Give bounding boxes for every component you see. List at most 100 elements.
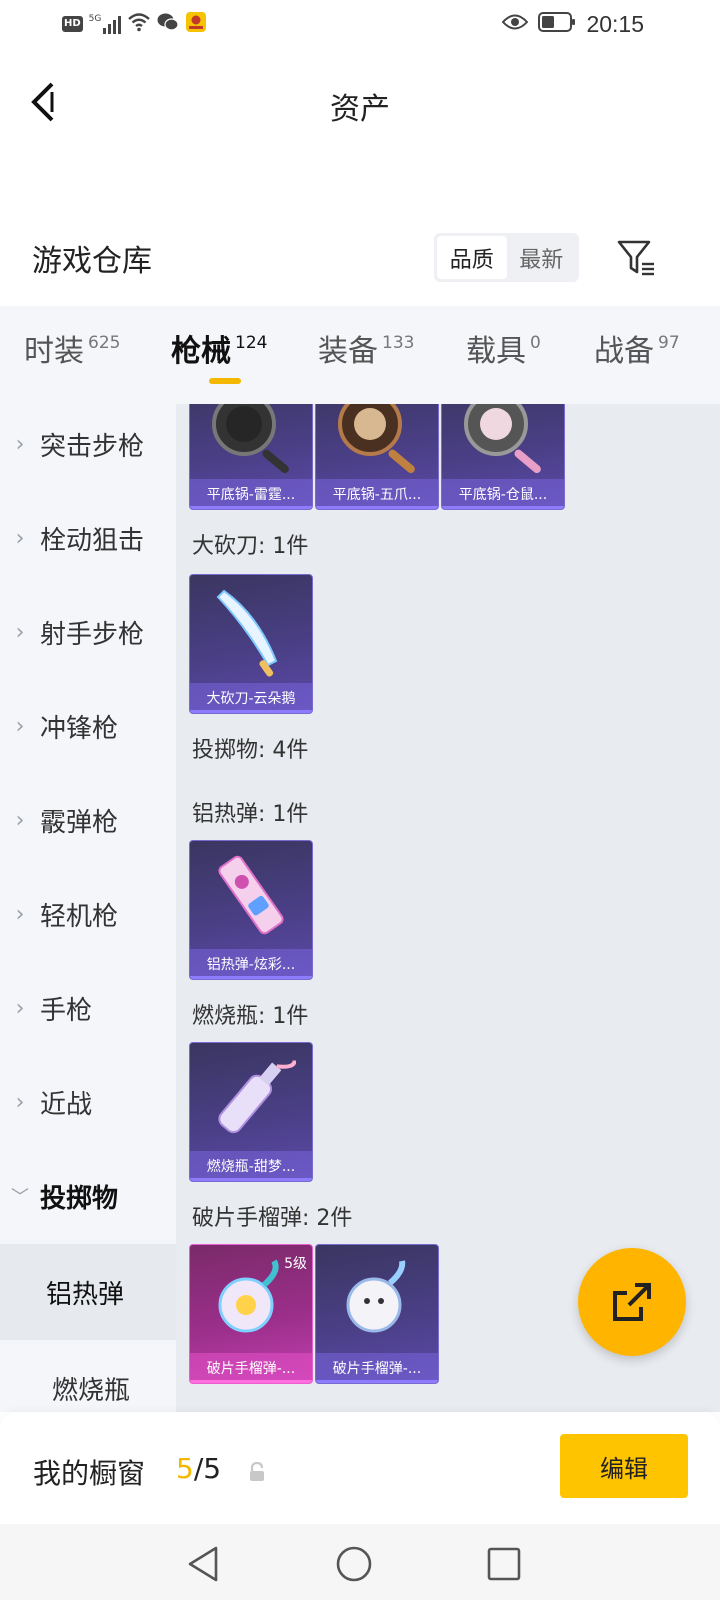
sidebar-item-marksman-rifle[interactable]: › 射手步枪 — [0, 602, 176, 662]
chevron-right-icon: › — [15, 431, 25, 457]
sort-option-quality[interactable]: 品质 — [437, 236, 507, 279]
chevron-right-icon: › — [15, 619, 25, 645]
item-card[interactable]: 大砍刀-云朵鹅 — [189, 574, 313, 714]
sidebar-item-label: 射手步枪 — [40, 619, 145, 650]
item-card[interactable]: 平底锅-雷霆... — [189, 404, 313, 510]
system-home-button[interactable] — [334, 1544, 374, 1584]
item-card[interactable]: 铝热弹-炫彩... — [189, 840, 313, 980]
sort-toggle: 品质 最新 — [434, 233, 579, 282]
signal-label: 5G — [88, 14, 102, 24]
pan-image — [190, 404, 312, 479]
tab-label: 战备 — [594, 334, 654, 369]
tab-label: 时装 — [24, 334, 84, 369]
tab-label: 载具 — [466, 334, 526, 369]
molotov-image — [190, 1043, 312, 1151]
tab-count: 97 — [658, 333, 680, 353]
system-recents-button[interactable] — [484, 1544, 524, 1584]
machete-image — [190, 575, 312, 683]
sidebar-item-throwables[interactable]: ﹀ 投掷物 — [0, 1166, 176, 1226]
clock-time: 20:15 — [586, 10, 644, 37]
sidebar: › 突击步枪 › 栓动狙击 › 射手步枪 › 冲锋枪 › 霰弹枪 › 轻机枪 ›… — [0, 404, 176, 1412]
triangle-back-icon — [188, 1546, 218, 1582]
tab-vehicles[interactable]: 载具 0 — [466, 332, 541, 372]
sidebar-item-label: 突击步枪 — [40, 431, 145, 462]
pan-image — [316, 404, 438, 479]
card-accent-line — [190, 976, 312, 979]
tab-label: 装备 — [318, 334, 378, 369]
app-notification-icon — [185, 11, 207, 37]
sidebar-item-label: 投掷物 — [40, 1183, 119, 1214]
showcase-bar: 我的橱窗 5/5 编辑 — [0, 1412, 720, 1524]
item-card-name: 燃烧瓶-甜梦... — [190, 1151, 312, 1181]
group-label-throwables: 投掷物: 4件 — [192, 738, 309, 763]
item-card[interactable]: 燃烧瓶-甜梦... — [189, 1042, 313, 1182]
square-recents-icon — [487, 1547, 521, 1581]
item-card[interactable]: 平底锅-仓鼠... — [441, 404, 565, 510]
item-card[interactable]: 破片手榴弹-... — [315, 1244, 439, 1384]
chevron-right-icon: › — [15, 1089, 25, 1115]
showcase-total: 5 — [203, 1452, 222, 1485]
active-tab-indicator — [209, 378, 241, 384]
item-card-name: 大砍刀-云朵鹅 — [190, 683, 312, 713]
sidebar-item-bolt-sniper[interactable]: › 栓动狙击 — [0, 508, 176, 568]
tab-supplies[interactable]: 战备 97 — [594, 332, 680, 372]
sidebar-item-lmg[interactable]: › 轻机枪 — [0, 884, 176, 944]
sidebar-subitem-thermite[interactable]: 铝热弹 — [0, 1244, 176, 1340]
chevron-right-icon: › — [15, 807, 25, 833]
card-accent-line — [190, 1380, 312, 1383]
item-card[interactable]: 平底锅-五爪... — [315, 404, 439, 510]
card-accent-line — [316, 1380, 438, 1383]
share-button[interactable] — [578, 1248, 686, 1356]
thermite-image — [190, 841, 312, 949]
sidebar-item-pistol[interactable]: › 手枪 — [0, 978, 176, 1038]
sidebar-item-smg[interactable]: › 冲锋枪 — [0, 696, 176, 756]
status-bar-left: HD 5G — [62, 12, 207, 36]
card-accent-line — [190, 710, 312, 713]
circle-home-icon — [336, 1546, 372, 1582]
showcase-count: 5/5 — [176, 1452, 221, 1485]
item-card-name: 破片手榴弹-... — [190, 1353, 312, 1383]
sidebar-item-label: 近战 — [40, 1089, 93, 1120]
chevron-right-icon: › — [15, 713, 25, 739]
system-back-button[interactable] — [184, 1544, 224, 1584]
group-label-thermite: 铝热弹: 1件 — [192, 802, 309, 827]
card-accent-line — [442, 506, 564, 509]
tab-firearms[interactable]: 枪械 124 — [171, 332, 267, 372]
sidebar-subitem-molotov[interactable]: 燃烧瓶 — [0, 1340, 176, 1412]
filter-icon — [617, 240, 654, 276]
sidebar-item-label: 手枪 — [40, 995, 93, 1026]
sidebar-item-assault-rifle[interactable]: › 突击步枪 — [0, 414, 176, 474]
item-card-name: 平底锅-雷霆... — [190, 479, 312, 509]
lock-icon — [250, 1462, 264, 1481]
sidebar-item-label: 栓动狙击 — [40, 525, 145, 556]
item-card-name: 平底锅-仓鼠... — [442, 479, 564, 509]
frag-grenade-image — [316, 1245, 438, 1353]
showcase-separator: / — [193, 1452, 204, 1485]
group-label-molotov: 燃烧瓶: 1件 — [192, 1004, 309, 1029]
hd-icon: HD — [62, 16, 83, 32]
section-title: 游戏仓库 — [32, 244, 152, 279]
card-accent-line — [190, 1178, 312, 1181]
chevron-right-icon: › — [15, 525, 25, 551]
item-card[interactable]: 5级 破片手榴弹-... — [189, 1244, 313, 1384]
tab-equipment[interactable]: 装备 133 — [318, 332, 414, 372]
sort-option-newest[interactable]: 最新 — [507, 236, 577, 279]
group-label-frag-grenade: 破片手榴弹: 2件 — [192, 1206, 353, 1231]
sidebar-item-label: 冲锋枪 — [40, 713, 119, 744]
sidebar-item-melee[interactable]: › 近战 — [0, 1072, 176, 1132]
edit-button[interactable]: 编辑 — [560, 1434, 688, 1498]
chevron-right-icon: › — [15, 995, 25, 1021]
filter-button[interactable] — [616, 238, 658, 280]
tab-count: 625 — [88, 333, 121, 353]
item-card-name: 铝热弹-炫彩... — [190, 949, 312, 979]
eye-icon — [502, 13, 529, 35]
tab-count: 133 — [382, 333, 415, 353]
battery-icon — [538, 11, 576, 37]
item-card-name: 破片手榴弹-... — [316, 1353, 438, 1383]
tab-count: 0 — [530, 333, 541, 353]
status-bar-right: 20:15 — [502, 10, 644, 38]
item-card-name: 平底锅-五爪... — [316, 479, 438, 509]
sidebar-item-shotgun[interactable]: › 霰弹枪 — [0, 790, 176, 850]
tab-fashion[interactable]: 时装 625 — [24, 332, 120, 372]
card-accent-line — [190, 506, 312, 509]
